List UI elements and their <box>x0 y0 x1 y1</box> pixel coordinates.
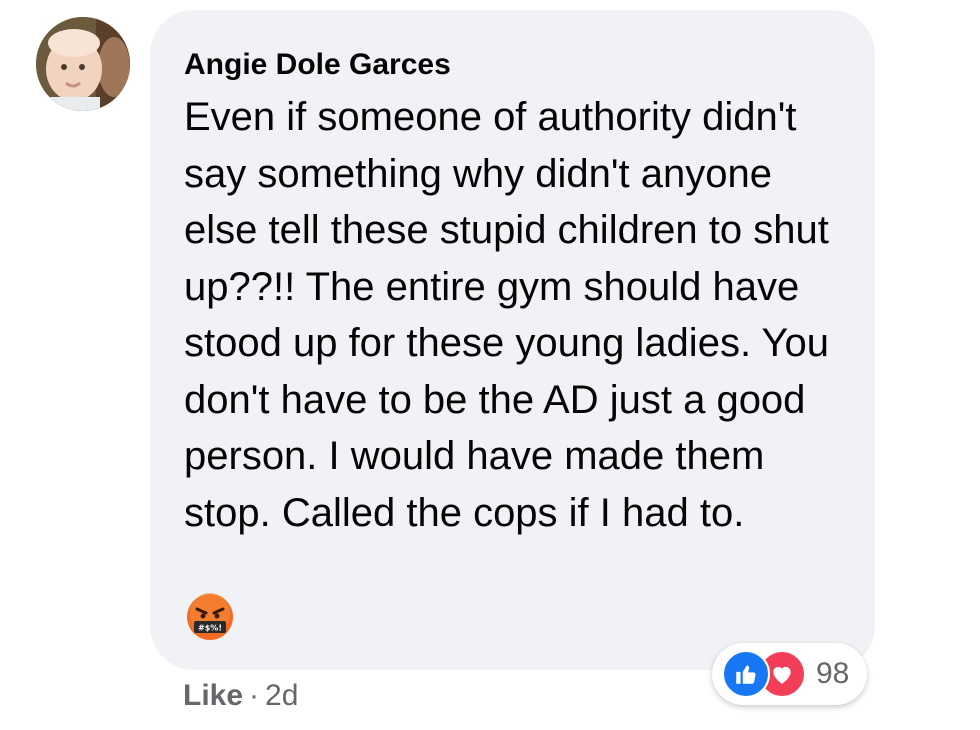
like-reaction-icon <box>722 650 770 698</box>
reaction-count: 98 <box>816 657 850 690</box>
reactions-summary[interactable]: 98 <box>712 643 868 705</box>
comment-author[interactable]: Angie Dole Garces <box>184 43 841 87</box>
comment-footer: Like · 2d <box>183 674 298 718</box>
comment-bubble: Angie Dole Garces Even if someone of aut… <box>150 10 875 670</box>
avatar[interactable] <box>36 17 130 111</box>
angry-face-with-symbols-icon: #$%! <box>187 593 233 640</box>
comment-text: Even if someone of authority didn't say … <box>184 95 829 535</box>
comment: Angie Dole Garces Even if someone of aut… <box>0 0 980 730</box>
separator-dot: · <box>249 679 260 712</box>
comment-timestamp[interactable]: 2d <box>265 679 298 712</box>
like-button[interactable]: Like <box>183 679 243 712</box>
svg-text:#$%!: #$%! <box>198 624 222 633</box>
